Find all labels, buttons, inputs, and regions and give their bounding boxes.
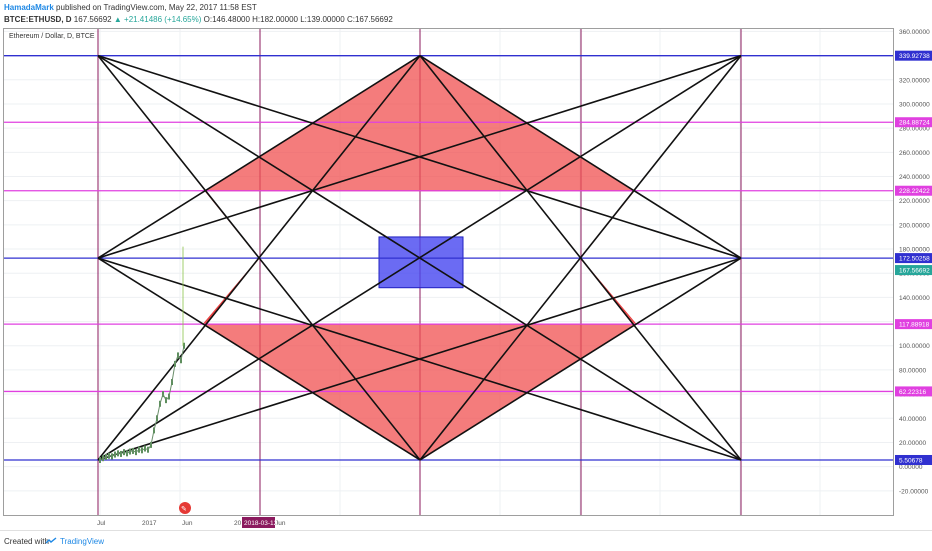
y-tick-label: 100.00000 [899,343,930,350]
y-tick-label: 260.00000 [899,150,930,157]
price-series [99,246,185,463]
y-tick-label: 200.00000 [899,222,930,229]
y-tick-label: 80.00000 [899,367,926,374]
level-label: 172.50258 [899,256,930,263]
level-label: 117.88918 [899,322,930,329]
marker-glyph: ✎ [181,506,187,513]
chart-canvas[interactable]: -20.000000.0000020.0000040.0000060.00000… [0,0,932,530]
price-axis[interactable]: -20.000000.0000020.0000040.0000060.00000… [895,29,932,495]
y-tick-label: 240.00000 [899,174,930,181]
level-label: 284.88724 [899,120,930,127]
y-tick-label: 220.00000 [899,198,930,205]
level-label: 62.22316 [899,389,926,396]
y-tick-label: 140.00000 [899,295,930,302]
x-tick-label: 20 [234,520,242,527]
x-tick-label: Jun [182,520,193,527]
tradingview-link[interactable]: TradingView [60,537,104,546]
y-tick-label: 0.00000 [899,464,923,471]
created-with-text: Created with [4,537,49,546]
y-tick-label: 20.00000 [899,440,926,447]
y-tick-label: 300.00000 [899,101,930,108]
x-tick-label: 2017 [142,520,157,527]
price-badge-label: 167.56692 [899,268,930,275]
y-tick-label: 360.00000 [899,29,930,36]
footer: Created with TradingView [0,530,932,551]
y-tick-label: -20.00000 [899,488,929,495]
top-triangle [203,55,636,192]
x-tick-label: Jul [97,520,106,527]
cursor-date-label: 2018-03-12 [244,520,278,527]
level-label: 5.50678 [899,457,923,464]
y-tick-label: 40.00000 [899,416,926,423]
y-tick-label: 180.00000 [899,247,930,254]
tradingview-logo-icon [45,537,57,544]
time-axis[interactable]: Jul 2017 Jun 20 Jun2018-03-12✎ [97,502,286,528]
level-label: 228.22422 [899,188,930,195]
center-box [378,236,464,289]
y-tick-label: 320.00000 [899,77,930,84]
level-label: 339.92738 [899,53,930,60]
